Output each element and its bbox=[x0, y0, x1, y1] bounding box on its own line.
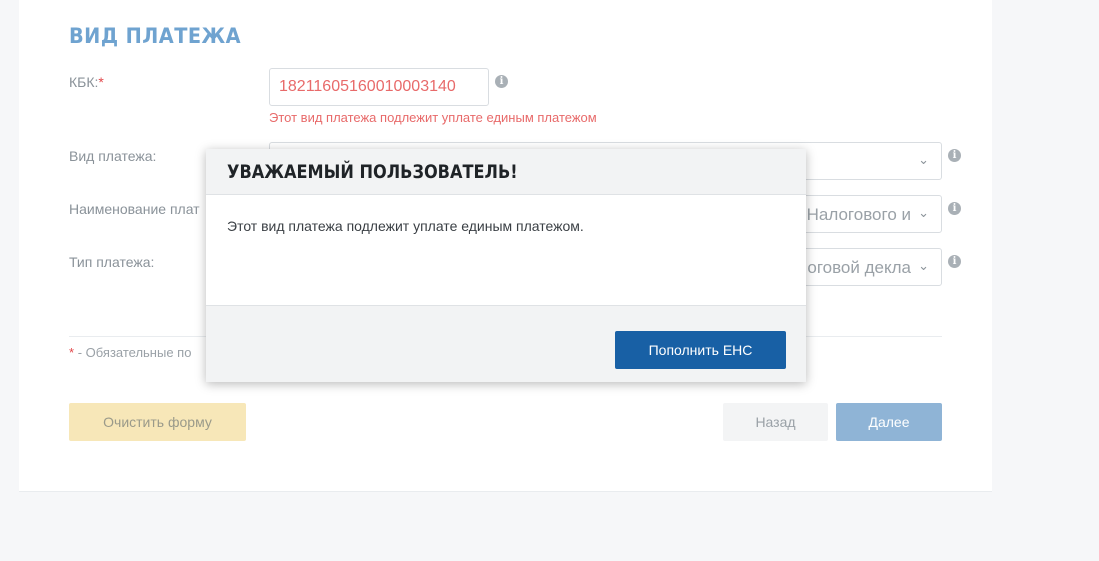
clear-form-button[interactable]: Очистить форму bbox=[69, 403, 246, 441]
chevron-down-icon: ⌄ bbox=[918, 205, 929, 220]
info-icon[interactable]: i bbox=[948, 149, 961, 162]
required-note-text: - Обязательные по bbox=[77, 345, 192, 360]
payment-type-label: Вид платежа: bbox=[69, 148, 157, 164]
chevron-down-icon: ⌄ bbox=[918, 258, 929, 273]
payment-name-label: Наименование плат bbox=[69, 201, 200, 217]
notice-modal: УВАЖАЕМЫЙ ПОЛЬЗОВАТЕЛЬ! Этот вид платежа… bbox=[206, 149, 806, 382]
modal-header: УВАЖАЕМЫЙ ПОЛЬЗОВАТЕЛЬ! bbox=[206, 149, 806, 195]
back-button[interactable]: Назад bbox=[723, 403, 828, 441]
info-icon[interactable]: i bbox=[948, 255, 961, 268]
info-icon[interactable]: i bbox=[948, 202, 961, 215]
modal-message: Этот вид платежа подлежит уплате единым … bbox=[227, 218, 584, 234]
kbk-error-message: Этот вид платежа подлежит уплате единым … bbox=[269, 110, 597, 125]
chevron-down-icon: ⌄ bbox=[918, 152, 929, 167]
kbk-input[interactable] bbox=[269, 68, 489, 106]
modal-title: УВАЖАЕМЫЙ ПОЛЬЗОВАТЕЛЬ! bbox=[227, 161, 518, 183]
top-up-ens-button[interactable]: Пополнить ЕНС bbox=[615, 331, 786, 369]
kbk-label: КБК:* bbox=[69, 74, 104, 90]
kbk-label-text: КБК: bbox=[69, 74, 99, 90]
payment-kind-label: Тип платежа: bbox=[69, 254, 155, 270]
info-icon[interactable]: i bbox=[495, 75, 508, 88]
payment-name-value: Налогового и bbox=[806, 205, 911, 224]
required-mark: * bbox=[98, 74, 104, 90]
required-fields-note: * - Обязательные по bbox=[69, 345, 191, 360]
section-title: ВИД ПЛАТЕЖА bbox=[69, 24, 242, 48]
payment-kind-value: логовой декла bbox=[797, 258, 911, 277]
required-note-mark: * bbox=[69, 345, 75, 360]
next-button[interactable]: Далее bbox=[836, 403, 942, 441]
